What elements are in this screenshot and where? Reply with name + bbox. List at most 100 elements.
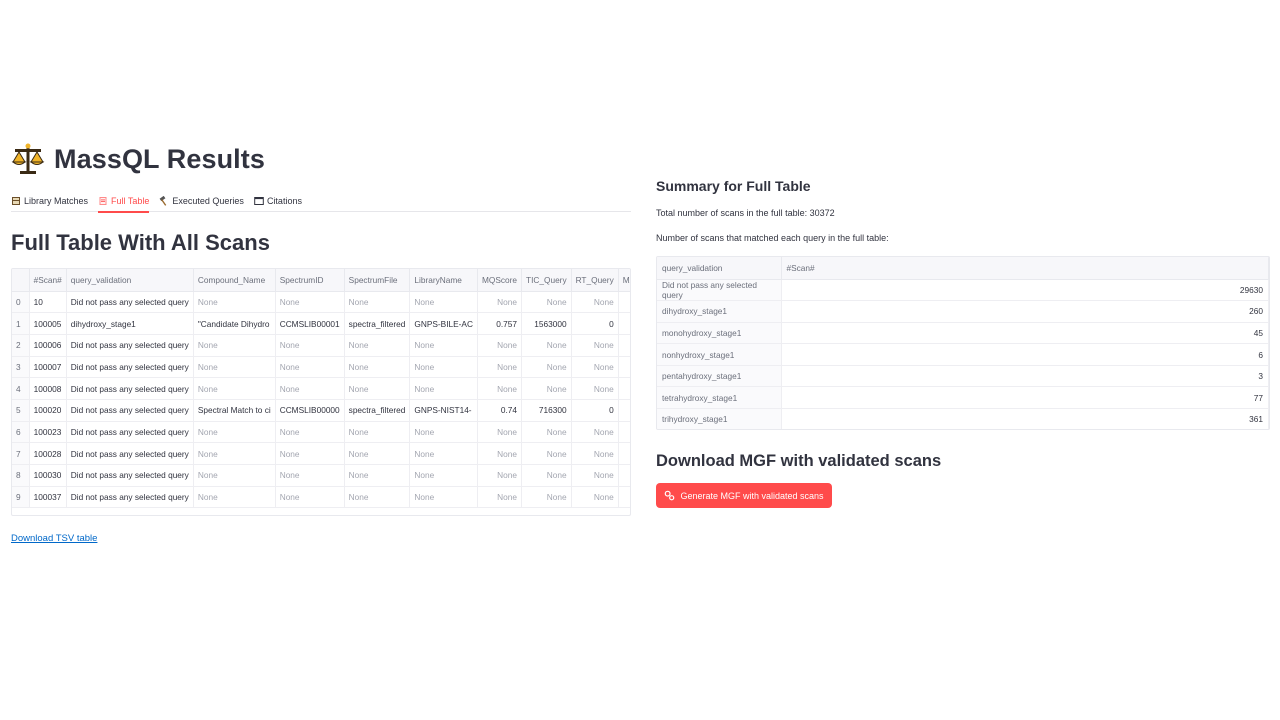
table-cell[interactable]: dihydroxy_stage1 — [66, 312, 194, 335]
tab-citations[interactable]: Citations — [254, 190, 302, 211]
table-cell[interactable]: None — [571, 442, 619, 465]
table-cell[interactable]: None — [571, 377, 619, 400]
table-row[interactable]: 4 100008 Did not pass any selected query No… — [12, 377, 630, 400]
row-index-cell[interactable]: 5 — [12, 399, 30, 422]
table-cell[interactable]: None — [477, 356, 523, 379]
table-cell[interactable]: None — [618, 442, 630, 465]
table-cell[interactable]: None — [571, 486, 619, 509]
table-cell[interactable]: None — [521, 334, 572, 357]
table-cell[interactable]: None — [521, 464, 572, 487]
table-cell[interactable]: Did not pass any selected query — [66, 356, 194, 379]
summary-col-query-validation[interactable]: query_validation — [657, 257, 782, 280]
summary-query-cell[interactable]: dihydroxy_stage1 — [657, 300, 782, 323]
table-cell[interactable]: Did not pass any selected query — [66, 334, 194, 357]
table-cell[interactable]: GNPS-NIST14- — [409, 399, 478, 422]
table-cell[interactable]: None — [618, 421, 630, 444]
summary-table-grid[interactable]: query_validation #Scan# Did not pass any… — [656, 256, 1270, 430]
table-cell[interactable]: 0 — [571, 399, 619, 422]
table-cell[interactable]: 100005 — [29, 312, 67, 335]
table-cell[interactable]: Spectral Match to ci — [193, 399, 276, 422]
row-index-cell[interactable]: 6 — [12, 421, 30, 444]
full-table-grid[interactable]: #Scan# query_validation Compound_Name Sp… — [11, 268, 631, 516]
summary-row[interactable]: trihydroxy_stage1 361 — [657, 408, 1269, 429]
table-cell[interactable]: None — [618, 486, 630, 509]
table-cell[interactable]: None — [275, 334, 345, 357]
table-cell[interactable]: None — [521, 442, 572, 465]
table-row[interactable]: 2 100006 Did not pass any selected query No… — [12, 334, 630, 357]
summary-count-cell[interactable]: 29630 — [781, 279, 1269, 302]
table-cell[interactable]: None — [409, 334, 478, 357]
row-index-cell[interactable]: 8 — [12, 464, 30, 487]
table-cell[interactable]: None — [618, 334, 630, 357]
table-cell[interactable]: None — [344, 486, 411, 509]
table-row[interactable]: 3 100007 Did not pass any selected query No… — [12, 356, 630, 379]
table-cell[interactable]: None — [275, 464, 345, 487]
table-row[interactable]: 7 100028 Did not pass any selected query No… — [12, 442, 630, 465]
table-cell[interactable]: None — [193, 291, 276, 314]
table-cell[interactable]: None — [344, 291, 411, 314]
summary-row[interactable]: pentahydroxy_stage1 3 — [657, 365, 1269, 388]
download-tsv-link[interactable]: Download TSV table — [11, 533, 97, 544]
row-index-cell[interactable]: 4 — [12, 377, 30, 400]
col-header-spectrum-file[interactable]: SpectrumFile — [344, 269, 411, 292]
table-cell[interactable]: None — [521, 356, 572, 379]
row-index-cell[interactable]: 1 — [12, 312, 30, 335]
col-header-query-validation[interactable]: query_validation — [66, 269, 194, 292]
col-header-mzerror[interactable]: MZErrorP — [618, 269, 630, 292]
table-cell[interactable]: None — [193, 421, 276, 444]
table-cell[interactable]: None — [409, 442, 478, 465]
table-cell[interactable]: 0.757 — [477, 312, 523, 335]
tab-library-matches[interactable]: Library Matches — [11, 190, 88, 211]
table-cell[interactable]: None — [409, 291, 478, 314]
table-cell[interactable]: None — [521, 377, 572, 400]
table-cell[interactable]: None — [409, 486, 478, 509]
summary-row[interactable]: nonhydroxy_stage1 6 — [657, 343, 1269, 366]
table-cell[interactable]: None — [618, 464, 630, 487]
table-cell[interactable]: 716300 — [521, 399, 572, 422]
table-cell[interactable]: None — [275, 486, 345, 509]
table-cell[interactable]: None — [193, 334, 276, 357]
table-cell[interactable]: None — [571, 334, 619, 357]
col-header-rt-query[interactable]: RT_Query — [571, 269, 619, 292]
table-cell[interactable]: 100006 — [29, 334, 67, 357]
row-index-cell[interactable]: 2 — [12, 334, 30, 357]
table-cell[interactable]: None — [344, 377, 411, 400]
summary-count-cell[interactable]: 361 — [781, 408, 1269, 429]
table-row[interactable]: 5 100020 Did not pass any selected query Sp… — [12, 399, 630, 422]
table-cell[interactable]: 100030 — [29, 464, 67, 487]
summary-query-cell[interactable]: nonhydroxy_stage1 — [657, 343, 782, 366]
table-cell[interactable]: None — [275, 421, 345, 444]
summary-query-cell[interactable]: trihydroxy_stage1 — [657, 408, 782, 429]
table-cell[interactable]: 100007 — [29, 356, 67, 379]
col-header-tic-query[interactable]: TIC_Query — [521, 269, 572, 292]
col-header-compound-name[interactable]: Compound_Name — [193, 269, 276, 292]
table-cell[interactable]: None — [521, 486, 572, 509]
table-cell[interactable]: spectra_filtered — [344, 399, 411, 422]
table-cell[interactable]: spectra_filtered — [344, 312, 411, 335]
table-cell[interactable]: "Candidate Dihydro — [193, 312, 276, 335]
summary-row[interactable]: Did not pass any selected query 29630 — [657, 279, 1269, 302]
table-cell[interactable]: None — [409, 356, 478, 379]
table-cell[interactable]: None — [477, 377, 523, 400]
summary-row[interactable]: tetrahydroxy_stage1 77 — [657, 386, 1269, 410]
summary-query-cell[interactable]: pentahydroxy_stage1 — [657, 365, 782, 388]
table-cell[interactable]: 0.74 — [477, 399, 523, 422]
table-cell[interactable]: None — [618, 291, 630, 314]
table-cell[interactable]: None — [409, 421, 478, 444]
summary-query-cell[interactable]: tetrahydroxy_stage1 — [657, 386, 782, 410]
table-cell[interactable]: None — [275, 291, 345, 314]
table-cell[interactable]: 1.37 — [618, 399, 630, 422]
table-cell[interactable]: None — [477, 421, 523, 444]
col-header-index[interactable] — [12, 269, 30, 292]
table-cell[interactable]: CCMSLIB00001 — [275, 312, 345, 335]
table-cell[interactable]: None — [409, 377, 478, 400]
table-cell[interactable]: None — [344, 356, 411, 379]
table-cell[interactable]: Did not pass any selected query — [66, 486, 194, 509]
table-cell[interactable]: Did not pass any selected query — [66, 291, 194, 314]
table-cell[interactable]: None — [275, 377, 345, 400]
generate-mgf-button[interactable]: Generate MGF with validated scans — [656, 483, 832, 508]
table-cell[interactable]: GNPS-BILE-AC — [409, 312, 478, 335]
summary-count-cell[interactable]: 77 — [781, 386, 1269, 410]
table-row[interactable]: 0 10 Did not pass any selected query None No… — [12, 291, 630, 314]
table-cell[interactable]: None — [477, 334, 523, 357]
